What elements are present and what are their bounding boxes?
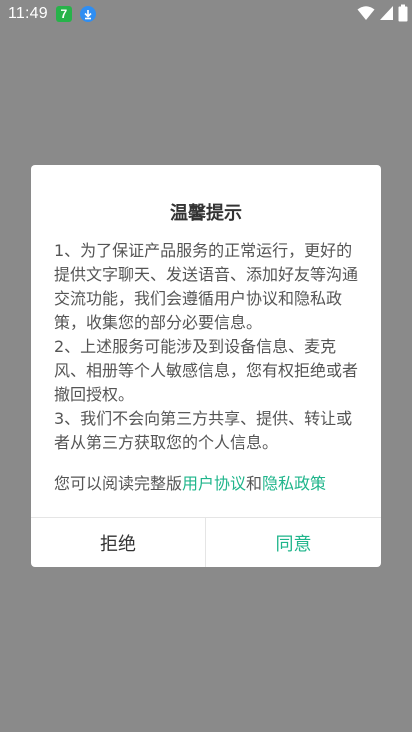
dialog-paragraph-3: 3、我们不会向第三方共享、提供、转让或者从第三方获取您的个人信息。 — [54, 409, 353, 452]
privacy-policy-link[interactable]: 隐私政策 — [262, 474, 326, 493]
dialog-paragraph-2: 2、上述服务可能涉及到设备信息、麦克风、相册等个人敏感信息，您有权拒绝或者撤回授… — [54, 337, 359, 404]
signal-icon — [379, 5, 394, 25]
dialog-body: 1、为了保证产品服务的正常运行，更好的提供文字聊天、发送语音、添加好友等沟通交流… — [54, 239, 360, 455]
dialog-title: 温馨提示 — [170, 203, 242, 224]
status-time: 11:49 — [8, 5, 48, 22]
download-icon — [79, 6, 96, 22]
reject-button[interactable]: 拒绝 — [31, 518, 205, 567]
read-prefix-text: 您可以阅读完整版 — [54, 474, 183, 493]
wifi-icon — [357, 5, 375, 25]
dialog-paragraph-1: 1、为了保证产品服务的正常运行，更好的提供文字聊天、发送语音、添加好友等沟通交流… — [54, 241, 359, 332]
user-agreement-link[interactable]: 用户协议 — [182, 474, 246, 493]
battery-icon — [398, 4, 408, 26]
dialog-links-line: 您可以阅读完整版用户协议和隐私政策 — [54, 472, 360, 496]
and-text: 和 — [246, 474, 263, 493]
agree-button[interactable]: 同意 — [206, 518, 381, 567]
app-notification-badge: 7 — [60, 7, 68, 21]
status-bar: 11:49 7 — [0, 0, 412, 28]
privacy-dialog: 温馨提示 1、为了保证产品服务的正常运行，更好的提供文字聊天、发送语音、添加好友… — [31, 165, 381, 567]
status-icons — [357, 4, 408, 26]
app-notification-icon: 7 — [55, 6, 72, 22]
